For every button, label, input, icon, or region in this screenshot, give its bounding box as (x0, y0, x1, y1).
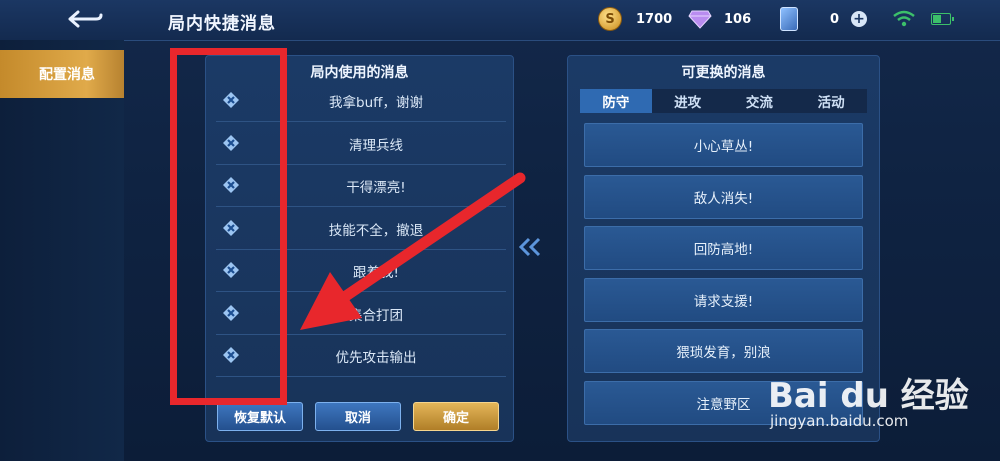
tab-attack[interactable]: 进攻 (652, 89, 724, 113)
wifi-icon (893, 10, 915, 27)
baidu-watermark: Bai du 经验 jingyan.baidu.com (768, 368, 983, 448)
diamond-icon (688, 10, 712, 29)
back-arrow-icon[interactable] (66, 10, 104, 28)
ticket-amount: 0 (830, 11, 840, 27)
ticket-card-icon (780, 7, 798, 31)
red-highlight-box (170, 48, 287, 405)
tab-defense[interactable]: 防守 (580, 89, 652, 113)
reset-default-button[interactable]: 恢复默认 (217, 402, 303, 431)
replaceable-message-option[interactable]: 小心草丛! (584, 123, 863, 167)
gold-resource: S 1700 (598, 7, 673, 31)
battery-icon (931, 13, 954, 25)
double-chevron-left-icon[interactable] (518, 236, 542, 258)
diamond-resource: 106 (688, 8, 751, 30)
tab-event[interactable]: 活动 (795, 89, 867, 113)
ticket-resource: 0 + (780, 7, 868, 31)
replaceable-message-option[interactable]: 回防高地! (584, 226, 863, 270)
gold-amount: 1700 (636, 11, 673, 27)
replaceable-message-option[interactable]: 猥琐发育，别浪 (584, 329, 863, 373)
sidebar-item-configure-messages[interactable]: 配置消息 (0, 50, 124, 98)
add-ticket-icon[interactable]: + (851, 11, 868, 27)
sidebar: 配置消息 (0, 40, 124, 461)
replaceable-messages-title: 可更换的消息 (681, 65, 766, 81)
diamond-amount: 106 (724, 11, 752, 27)
confirm-button[interactable]: 确定 (413, 402, 499, 431)
replaceable-message-option[interactable]: 请求支援! (584, 277, 863, 322)
cancel-button[interactable]: 取消 (315, 402, 401, 431)
message-category-tabs: 防守 进攻 交流 活动 (580, 89, 867, 113)
top-bar: 局内快捷消息 S 1700 106 0 + (0, 0, 1000, 41)
tab-communication[interactable]: 交流 (724, 89, 796, 113)
watermark-url: jingyan.baidu.com (770, 412, 909, 430)
watermark-logo-text: Bai du 经验 (768, 376, 969, 416)
gold-coin-icon: S (598, 7, 622, 31)
page-title: 局内快捷消息 (168, 14, 276, 34)
replaceable-message-option[interactable]: 敌人消失! (584, 174, 863, 219)
